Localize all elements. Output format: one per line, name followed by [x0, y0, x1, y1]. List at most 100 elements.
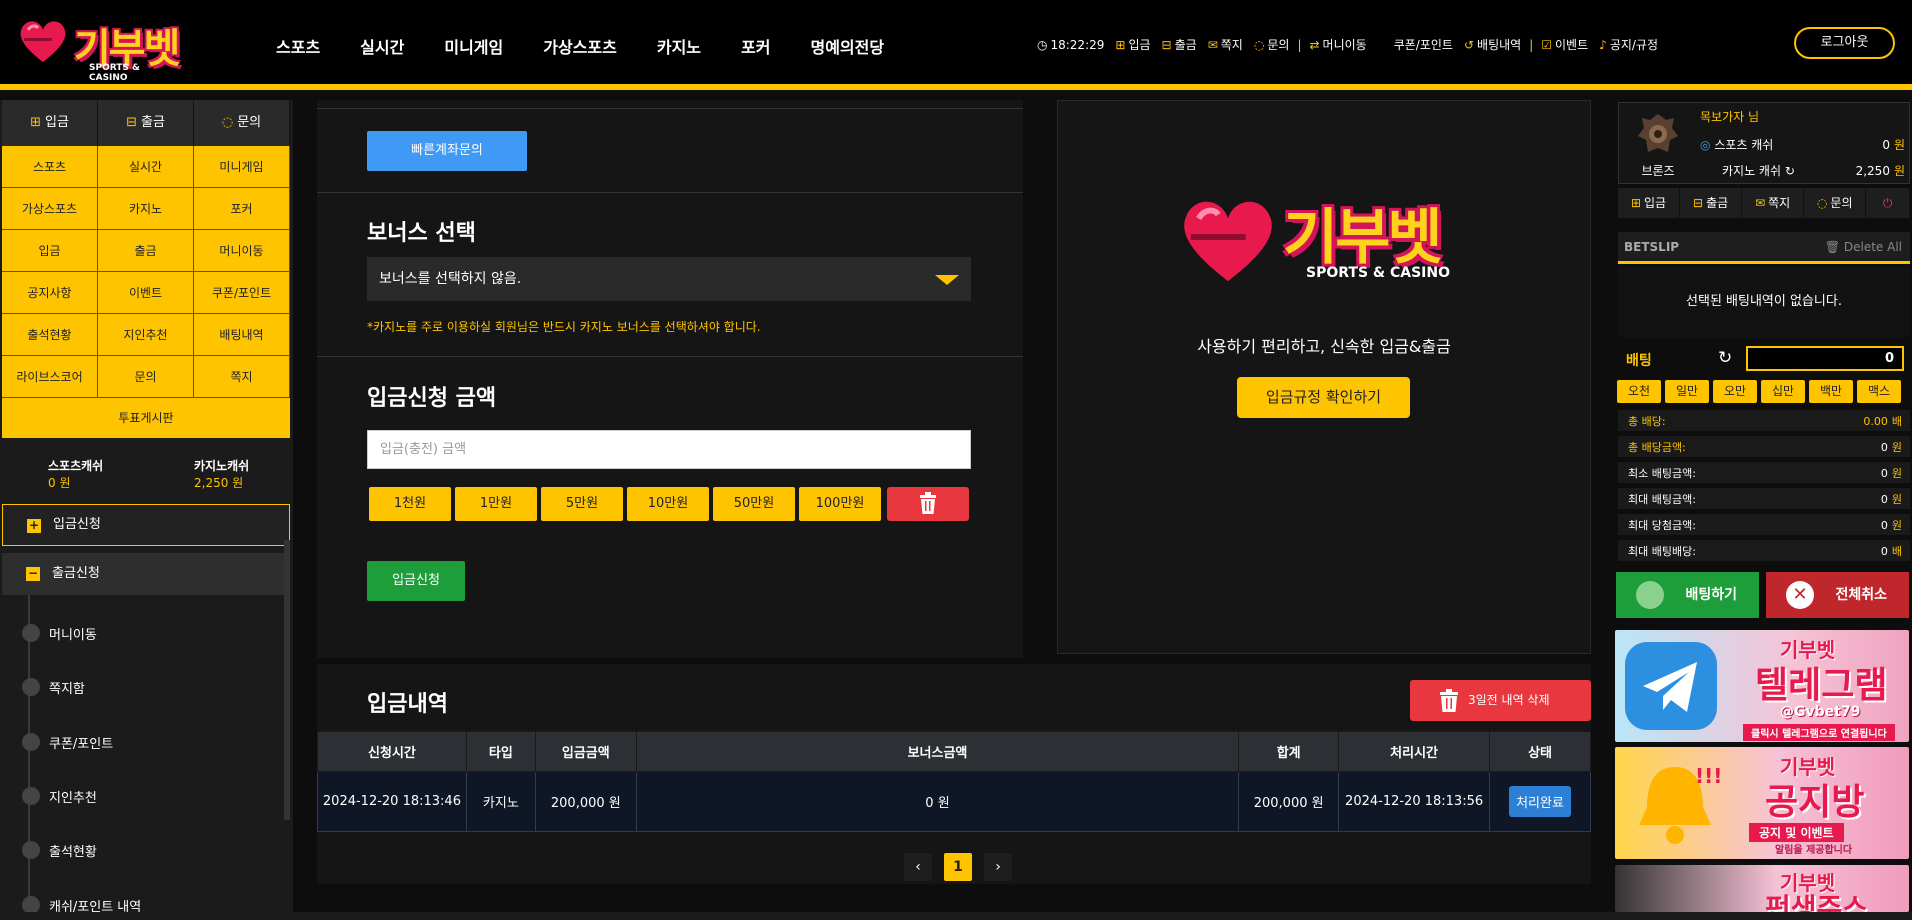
chip-50k[interactable]: 오만	[1713, 380, 1757, 403]
grid-virtual-sports[interactable]: 가상스포츠	[2, 188, 98, 230]
util-inquiry[interactable]: ◌ 문의	[1254, 36, 1290, 53]
svg-text:!!!: !!!	[1695, 764, 1722, 788]
clock-icon: ◷	[1037, 37, 1048, 52]
grid-referral[interactable]: 지인추천	[98, 314, 194, 356]
place-bet-button[interactable]: 배팅하기	[1616, 572, 1759, 618]
refresh-icon[interactable]: ↻	[1718, 348, 1732, 368]
stat-value: 0	[1880, 545, 1888, 558]
util-bet-history[interactable]: ↺ 배팅내역	[1464, 36, 1521, 53]
profile-withdraw-button[interactable]: ⊟ 출금	[1680, 188, 1743, 218]
grid-attendance[interactable]: 출석현황	[2, 314, 98, 356]
util-coupon[interactable]: 쿠폰/포인트	[1394, 36, 1453, 53]
grid-minigame[interactable]: 미니게임	[194, 146, 290, 188]
nav-poker[interactable]: 포커	[741, 34, 770, 58]
stat-label: 총 배당금액:	[1628, 441, 1686, 454]
grid-money-transfer[interactable]: 머니이동	[194, 230, 290, 272]
sub-label: 쿠폰/포인트	[49, 737, 114, 752]
deposit-submit-button[interactable]: 입금신청	[367, 561, 465, 601]
cell-bonus: 0 원	[635, 771, 1240, 832]
banner-title: 공지방	[1765, 782, 1865, 823]
nav-hall-of-fame[interactable]: 명예의전당	[810, 34, 884, 58]
amount-10k-button[interactable]: 1만원	[455, 487, 537, 521]
deposit-amount-input[interactable]: 입금(충전) 금액	[367, 430, 971, 469]
profile-inquiry-button[interactable]: ◌ 문의	[1804, 188, 1867, 218]
casino-cash-value: 2,250 원	[194, 476, 244, 490]
chip-1m[interactable]: 백만	[1809, 380, 1853, 403]
coins-icon	[1636, 581, 1664, 609]
caret-down-icon	[935, 275, 959, 285]
amount-1m-button[interactable]: 100만원	[799, 487, 881, 521]
grid-deposit[interactable]: 입금	[2, 230, 98, 272]
banner-caption: 알림을 제공합니다	[1775, 845, 1853, 856]
col-status: 상태	[1489, 731, 1591, 772]
grid-event[interactable]: 이벤트	[98, 272, 194, 314]
amount-50k-button[interactable]: 5만원	[541, 487, 623, 521]
bonus-select[interactable]: 보너스를 선택하지 않음.	[367, 257, 971, 301]
quick-account-inquiry-button[interactable]: 빠른계좌문의	[367, 131, 527, 171]
util-notice[interactable]: ♪ 공지/규정	[1599, 36, 1658, 53]
site-logo[interactable]: 기부벳 SPORTS & CASINO	[16, 14, 181, 83]
grid-poker[interactable]: 포커	[194, 188, 290, 230]
grid-sports[interactable]: 스포츠	[2, 146, 98, 188]
menu-withdraw-request[interactable]: − 출금신청	[2, 553, 290, 595]
chip-max[interactable]: 맥스	[1857, 380, 1901, 403]
menu-grid: 스포츠 실시간 미니게임 가상스포츠 카지노 포커 입금 출금 머니이동 공지사…	[2, 146, 290, 398]
col-request-time: 신청시간	[317, 731, 467, 772]
deposit-rules-button[interactable]: 입금규정 확인하기	[1237, 377, 1410, 418]
profile-deposit-button[interactable]: ⊞ 입금	[1618, 188, 1681, 218]
quick-inquiry-label: 문의	[237, 115, 262, 130]
menu-deposit-request[interactable]: + 입금신청	[2, 504, 290, 546]
grid-inquiry[interactable]: 문의	[98, 356, 194, 398]
grid-bet-history[interactable]: 배팅내역	[194, 314, 290, 356]
col-bonus: 보너스금액	[635, 731, 1240, 772]
next-page-button[interactable]: ›	[984, 853, 1012, 881]
chip-10k[interactable]: 일만	[1665, 380, 1709, 403]
logout-button[interactable]: 로그아웃	[1794, 27, 1895, 59]
util-event[interactable]: ☑ 이벤트	[1541, 36, 1588, 53]
chip-100k[interactable]: 십만	[1761, 380, 1805, 403]
promo-banner[interactable]: 기부벳 펀생주스	[1615, 865, 1909, 912]
amount-100k-button[interactable]: 10만원	[627, 487, 709, 521]
sub-label: 머니이동	[49, 628, 97, 643]
quick-inquiry-button[interactable]: ◌ 문의	[194, 100, 290, 146]
telegram-banner[interactable]: 기부벳 텔레그램 @Gvbet79 클릭시 텔레그램으로 연결됩니다	[1615, 630, 1909, 742]
chip-5k[interactable]: 오천	[1617, 380, 1661, 403]
nav-casino[interactable]: 카지노	[657, 34, 701, 58]
delete-old-history-button[interactable]: 3일전 내역 삭제	[1410, 680, 1591, 721]
power-button[interactable]: ⏻	[1866, 188, 1910, 218]
grid-notice[interactable]: 공지사항	[2, 272, 98, 314]
vote-board-button[interactable]: 투표게시판	[2, 398, 290, 438]
quick-deposit-button[interactable]: ⊞ 입금	[2, 100, 98, 146]
sidebar-scrollbar[interactable]	[284, 540, 290, 820]
util-deposit[interactable]: ⊞ 입금	[1115, 36, 1150, 53]
grid-casino[interactable]: 카지노	[98, 188, 194, 230]
grid-message[interactable]: 쪽지	[194, 356, 290, 398]
grid-live[interactable]: 실시간	[98, 146, 194, 188]
pagination: ‹ 1 ›	[898, 853, 1018, 881]
util-message[interactable]: ✉ 쪽지	[1208, 36, 1243, 53]
btn-label: 출금	[1706, 196, 1729, 210]
bet-amount-input[interactable]: 0	[1746, 346, 1904, 371]
clear-amount-button[interactable]	[887, 487, 969, 521]
profile-message-button[interactable]: ✉ 쪽지	[1742, 188, 1805, 218]
grid-coupon[interactable]: 쿠폰/포인트	[194, 272, 290, 314]
nav-virtual-sports[interactable]: 가상스포츠	[543, 34, 617, 58]
grid-livescore[interactable]: 라이브스코어	[2, 356, 98, 398]
amount-1k-button[interactable]: 1천원	[369, 487, 451, 521]
prev-page-button[interactable]: ‹	[904, 853, 932, 881]
grid-withdraw[interactable]: 출금	[98, 230, 194, 272]
info-logo-text: 기부벳	[1283, 203, 1443, 273]
page-1-button[interactable]: 1	[944, 853, 972, 881]
notice-room-banner[interactable]: !!! 기부벳 공지방 공지 및 이벤트 알림을 제공합니다	[1615, 747, 1909, 859]
util-money-transfer[interactable]: ⇄ 머니이동	[1309, 36, 1366, 53]
nav-sports[interactable]: 스포츠	[276, 34, 320, 58]
quick-withdraw-button[interactable]: ⊟ 출금	[98, 100, 194, 146]
bonus-title: 보너스 선택	[367, 221, 476, 246]
delete-all-button[interactable]: 🗑 Delete All	[1825, 232, 1902, 262]
nav-live[interactable]: 실시간	[360, 34, 404, 58]
nav-minigame[interactable]: 미니게임	[444, 34, 503, 58]
refresh-icon[interactable]: ↻	[1785, 164, 1795, 178]
util-withdraw[interactable]: ⊟ 출금	[1162, 36, 1197, 53]
amount-500k-button[interactable]: 50만원	[713, 487, 795, 521]
cancel-all-button[interactable]: ✕ 전체취소	[1766, 572, 1909, 618]
